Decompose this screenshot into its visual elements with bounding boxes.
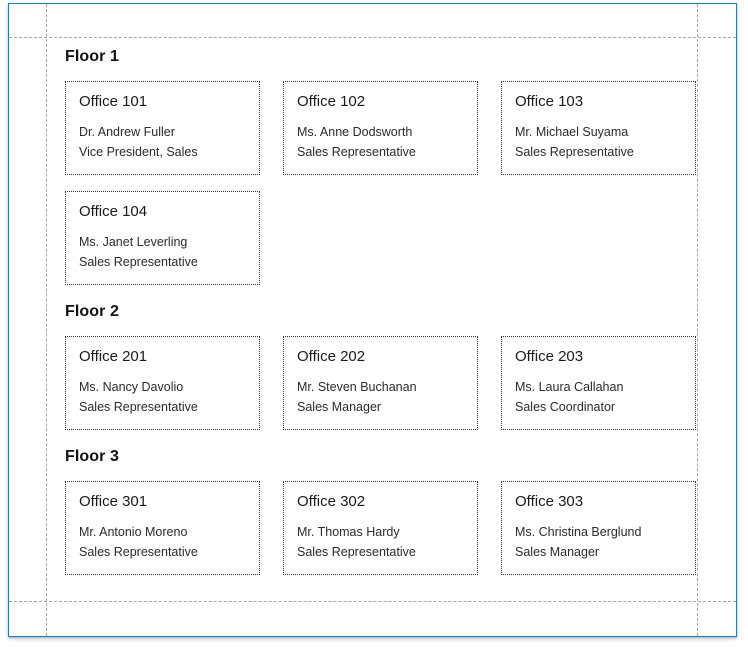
floor-section: Floor 3 Office 301 Mr. Antonio Moreno Sales… [47, 448, 697, 575]
office-card[interactable]: Office 103 Mr. Michael Suyama Sales Repres… [501, 81, 696, 175]
office-occupant-name: Ms. Laura Callahan [515, 380, 624, 394]
office-occupant-name: Ms. Nancy Davolio [79, 380, 184, 394]
office-card[interactable]: Office 301 Mr. Antonio Moreno Sales Repres… [65, 481, 260, 575]
office-occupant-role: Sales Manager [515, 545, 600, 559]
floor-title: Floor 3 [65, 448, 120, 465]
office-occupant-name: Dr. Andrew Fuller [79, 125, 175, 139]
office-card[interactable]: Office 201 Ms. Nancy Davolio Sales Represe… [65, 336, 260, 430]
office-occupant-role: Sales Representative [79, 255, 198, 269]
office-occupant-name: Ms. Janet Leverling [79, 235, 188, 249]
office-name: Office 303 [515, 493, 584, 510]
floor-plan-content: Floor 1 Office 101 Dr. Andrew Fuller Vice P… [47, 38, 697, 601]
office-name: Office 101 [79, 93, 148, 110]
office-grid: Office 101 Dr. Andrew Fuller Vice Presiden… [65, 81, 697, 285]
office-occupant-name: Mr. Steven Buchanan [297, 380, 417, 394]
office-occupant-name: Ms. Christina Berglund [515, 525, 642, 539]
office-name: Office 102 [297, 93, 366, 110]
document-window: Floor 1 Office 101 Dr. Andrew Fuller Vice P… [8, 3, 737, 637]
office-name: Office 301 [79, 493, 148, 510]
office-occupant-role: Sales Representative [297, 545, 416, 559]
office-card[interactable]: Office 203 Ms. Laura Callahan Sales Coordi… [501, 336, 696, 430]
office-occupant-role: Sales Representative [79, 400, 198, 414]
office-occupant-role: Sales Coordinator [515, 400, 616, 414]
floor-section: Floor 2 Office 201 Ms. Nancy Davolio Sales … [47, 303, 697, 430]
office-name: Office 201 [79, 348, 148, 365]
layout-guide-right [697, 4, 698, 636]
office-name: Office 202 [297, 348, 366, 365]
office-occupant-role: Sales Manager [297, 400, 382, 414]
floor-section: Floor 1 Office 101 Dr. Andrew Fuller Vice P… [47, 48, 697, 285]
office-grid: Office 301 Mr. Antonio Moreno Sales Repres… [65, 481, 697, 575]
office-name: Office 103 [515, 93, 584, 110]
office-occupant-name: Mr. Michael Suyama [515, 125, 629, 139]
office-occupant-role: Vice President, Sales [79, 145, 198, 159]
office-name: Office 302 [297, 493, 366, 510]
office-grid: Office 201 Ms. Nancy Davolio Sales Represe… [65, 336, 697, 430]
office-occupant-role: Sales Representative [297, 145, 416, 159]
office-card[interactable]: Office 202 Mr. Steven Buchanan Sales Manag… [283, 336, 478, 430]
office-occupant-role: Sales Representative [79, 545, 198, 559]
office-card[interactable]: Office 102 Ms. Anne Dodsworth Sales Repres… [283, 81, 478, 175]
office-name: Office 203 [515, 348, 584, 365]
office-occupant-name: Ms. Anne Dodsworth [297, 125, 413, 139]
floor-title: Floor 2 [65, 303, 120, 320]
office-occupant-name: Mr. Thomas Hardy [297, 525, 400, 539]
office-card[interactable]: Office 303 Ms. Christina Berglund Sales Ma… [501, 481, 696, 575]
office-name: Office 104 [79, 203, 148, 220]
office-card[interactable]: Office 101 Dr. Andrew Fuller Vice Presiden… [65, 81, 260, 175]
office-occupant-name: Mr. Antonio Moreno [79, 525, 188, 539]
layout-guide-bottom [9, 601, 736, 602]
office-occupant-role: Sales Representative [515, 145, 634, 159]
office-card[interactable]: Office 104 Ms. Janet Leverling Sales Repre… [65, 191, 260, 285]
office-card[interactable]: Office 302 Mr. Thomas Hardy Sales Represen… [283, 481, 478, 575]
floor-title: Floor 1 [65, 48, 120, 65]
